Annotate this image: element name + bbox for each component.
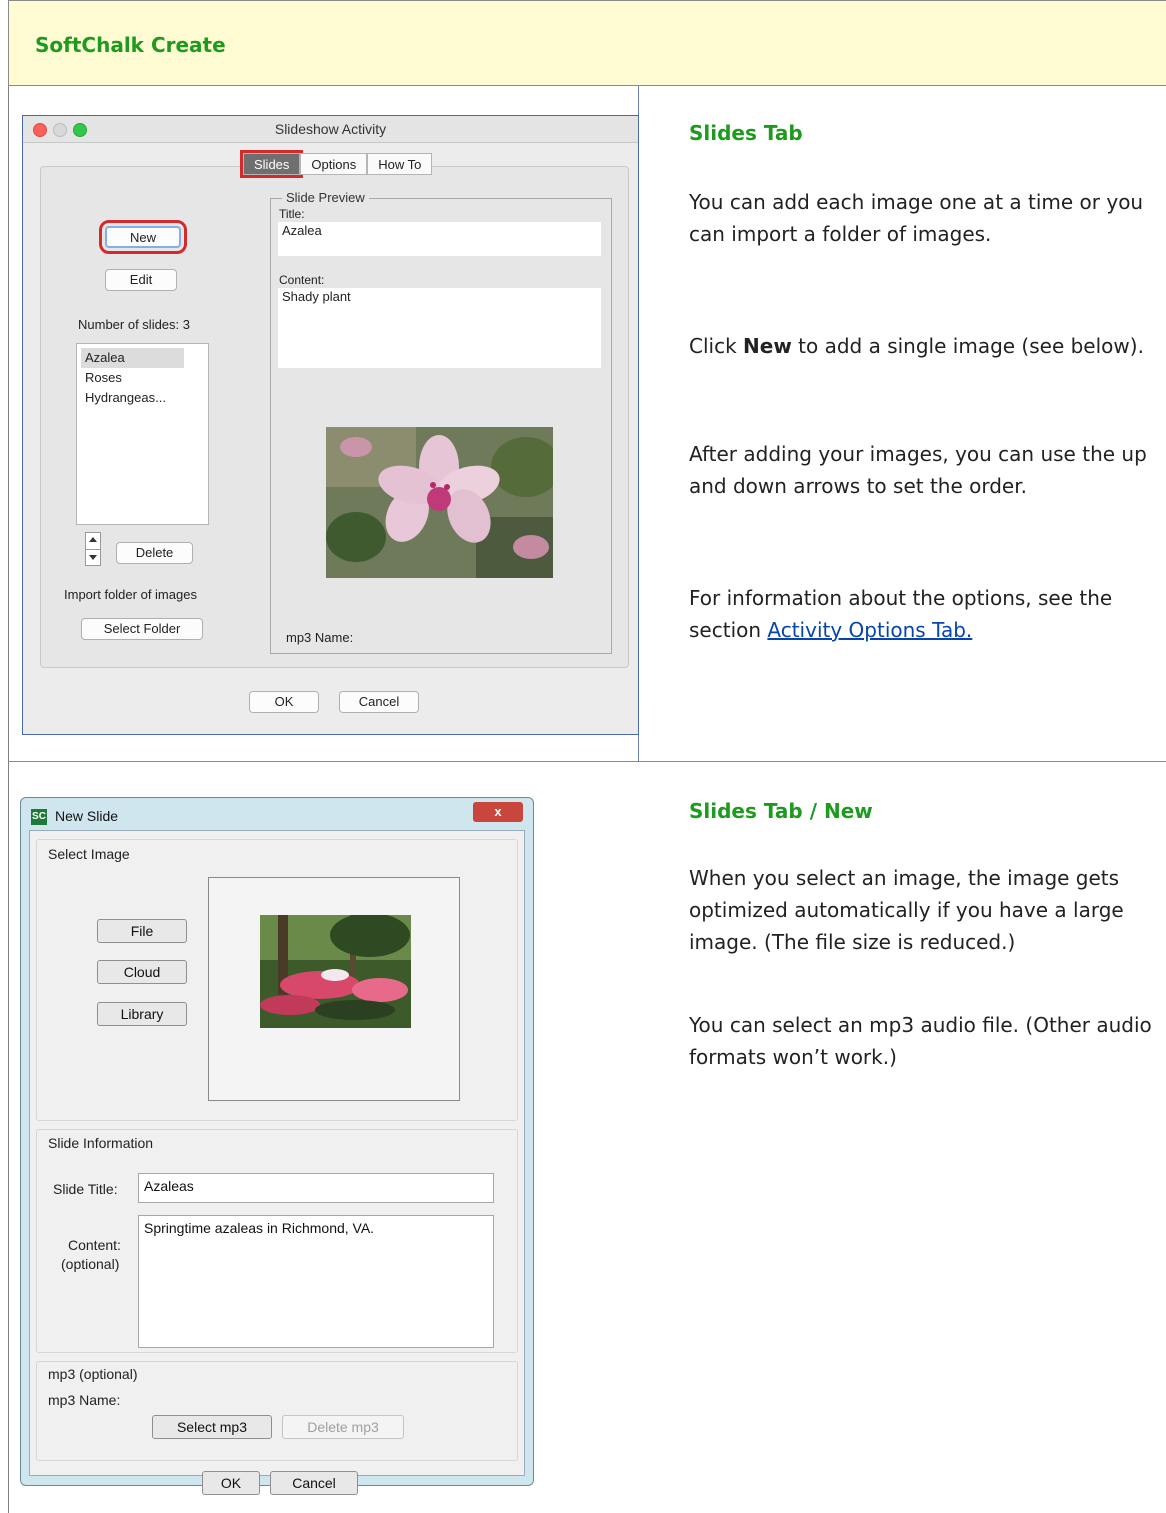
garden-image xyxy=(260,913,411,1028)
softchalk-logo-icon: SC xyxy=(31,809,47,825)
mp3-optional-label: mp3 (optional) xyxy=(48,1366,138,1382)
edit-button[interactable]: Edit xyxy=(105,269,177,291)
close-icon[interactable]: x xyxy=(473,802,523,822)
section2-title: Slides Tab / New xyxy=(689,799,873,823)
delete-mp3-button[interactable]: Delete mp3 xyxy=(282,1415,404,1439)
tab-options[interactable]: Options xyxy=(300,153,368,175)
list-item[interactable]: Azalea xyxy=(81,348,184,368)
content-textarea[interactable]: Springtime azaleas in Richmond, VA. xyxy=(138,1215,494,1348)
list-item[interactable]: Roses xyxy=(77,368,208,388)
dialog-titlebar: Slideshow Activity xyxy=(23,116,638,143)
section1-title: Slides Tab xyxy=(689,121,803,145)
tab-slides[interactable]: Slides xyxy=(239,150,304,178)
image-preview-frame xyxy=(208,877,460,1101)
dialog-body: Select Image File Cloud Library Slide In… xyxy=(29,830,525,1495)
cancel-button[interactable]: Cancel xyxy=(339,691,419,713)
section2-paragraph-1: When you select an image, the image gets… xyxy=(689,866,1124,954)
up-arrow-icon[interactable] xyxy=(89,537,97,542)
new-slide-dialog: SC New Slide x Select Image File Cloud L… xyxy=(20,797,534,1495)
title-label: Title: xyxy=(279,207,305,221)
p2-suffix: to add a single image (see below). xyxy=(791,334,1144,358)
slide-preview-legend: Slide Preview xyxy=(282,190,369,205)
section1-paragraph-3: After adding your images, you can use th… xyxy=(689,442,1147,498)
mp3-name-label: mp3 Name: xyxy=(48,1392,121,1408)
row-divider xyxy=(8,761,1166,762)
dialog-title: Slideshow Activity xyxy=(274,121,387,137)
activity-options-tab-link[interactable]: Activity Options Tab. xyxy=(767,618,972,642)
select-folder-button[interactable]: Select Folder xyxy=(81,618,203,640)
import-folder-label: Import folder of images xyxy=(64,587,197,602)
tab-bar: Slides Options How To xyxy=(239,150,433,178)
section1-paragraph-1: You can add each image one at a time or … xyxy=(689,190,1144,246)
header-bar: SoftChalk Create xyxy=(8,0,1166,86)
down-arrow-icon[interactable] xyxy=(89,555,97,560)
section1-paragraph-2: Click New to add a single image (see bel… xyxy=(689,330,1159,362)
section1-paragraph-4: For information about the options, see t… xyxy=(689,582,1159,646)
content-label: Content: xyxy=(279,273,325,287)
mp3-name-label: mp3 Name: xyxy=(286,630,354,645)
dialog-title: New Slide xyxy=(55,808,119,824)
content-field[interactable]: Shady plant xyxy=(278,288,601,368)
title-field[interactable]: Azalea xyxy=(278,222,601,256)
stepper-divider xyxy=(86,549,100,550)
list-item[interactable]: Hydrangeas... xyxy=(77,388,208,408)
slide-list[interactable]: Azalea Roses Hydrangeas... xyxy=(76,343,209,525)
ok-button[interactable]: OK xyxy=(249,691,319,713)
ok-button[interactable]: OK xyxy=(202,1471,260,1495)
new-button[interactable]: New xyxy=(99,220,187,254)
select-mp3-button[interactable]: Select mp3 xyxy=(152,1415,272,1439)
library-button[interactable]: Library xyxy=(97,1002,187,1026)
section2-paragraph-2: You can select an mp3 audio file. (Other… xyxy=(689,1013,1152,1069)
slide-preview-group xyxy=(270,198,612,654)
delete-button[interactable]: Delete xyxy=(116,542,193,564)
page-title: SoftChalk Create xyxy=(35,33,226,57)
cloud-button[interactable]: Cloud xyxy=(97,960,187,984)
content-optional-label: (optional) xyxy=(61,1256,120,1272)
content-label: Content: xyxy=(68,1237,121,1253)
select-image-label: Select Image xyxy=(48,846,130,862)
slide-title-label: Slide Title: xyxy=(53,1181,118,1197)
garden-image-art xyxy=(260,913,411,1028)
p2-bold-new: New xyxy=(743,334,792,358)
cancel-button[interactable]: Cancel xyxy=(270,1471,358,1495)
file-button[interactable]: File xyxy=(97,919,187,943)
azalea-flower-image-art xyxy=(326,427,561,578)
azalea-flower-image xyxy=(326,427,561,578)
slide-count-label: Number of slides: 3 xyxy=(78,317,190,332)
slideshow-activity-dialog: Slideshow Activity Slides Options How To… xyxy=(22,115,639,735)
slide-title-input[interactable]: Azaleas xyxy=(138,1173,494,1203)
order-stepper[interactable] xyxy=(85,532,101,566)
tab-how-to[interactable]: How To xyxy=(367,153,433,175)
p2-prefix: Click xyxy=(689,334,744,358)
slide-information-label: Slide Information xyxy=(48,1135,154,1151)
